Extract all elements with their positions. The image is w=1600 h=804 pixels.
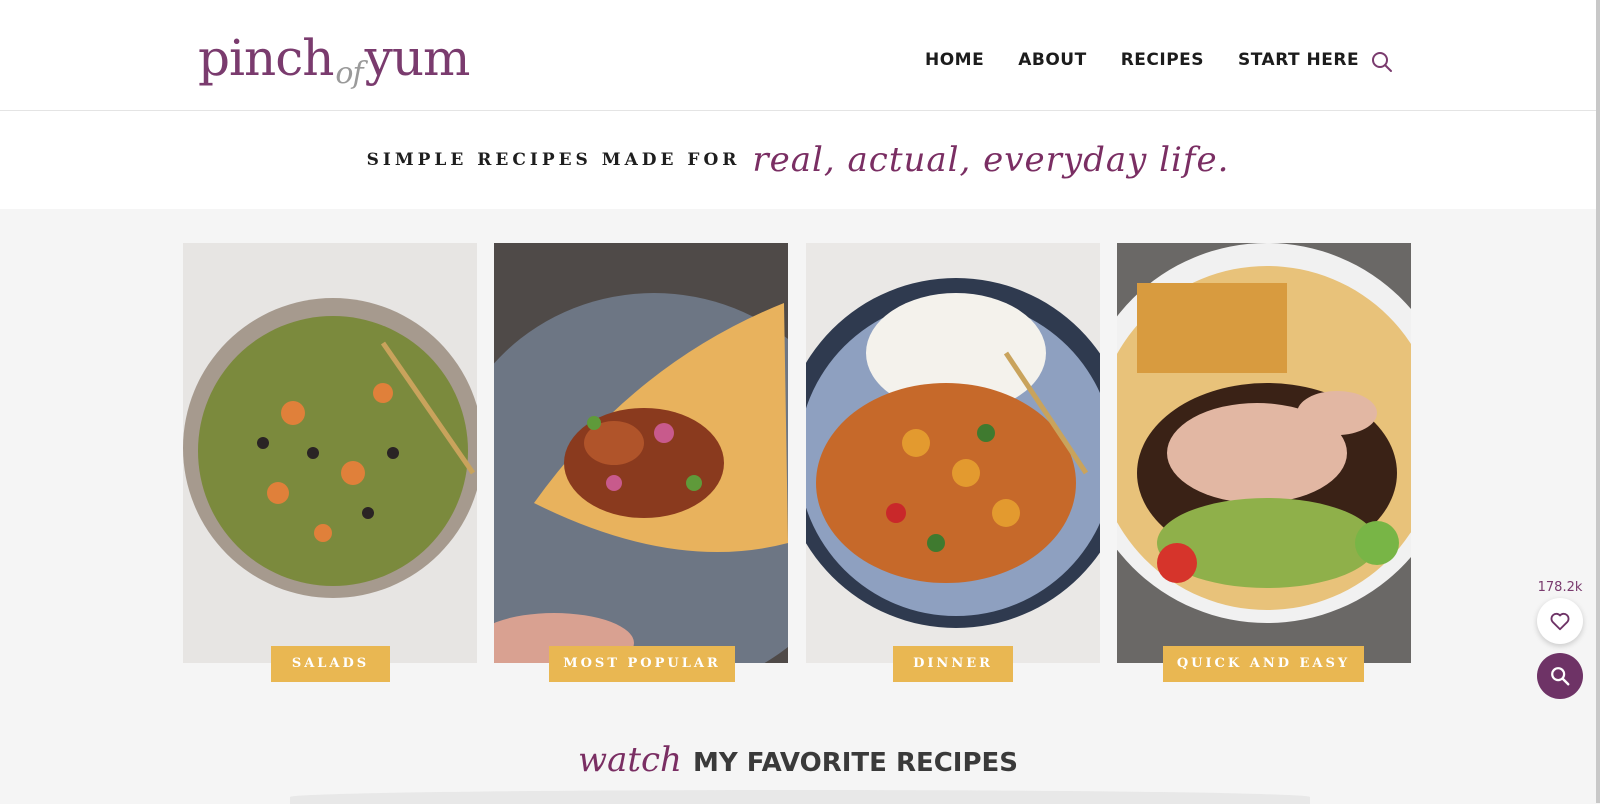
watch-script-text: watch xyxy=(577,740,682,780)
search-icon xyxy=(1551,667,1570,686)
category-card-salads[interactable] xyxy=(183,243,477,663)
tagline-plain: SIMPLE RECIPES MADE FOR xyxy=(366,150,741,170)
window-edge xyxy=(1596,0,1600,803)
favorites-count: 178.2k xyxy=(1537,580,1583,595)
main-nav: HOME ABOUT RECIPES START HERE xyxy=(925,50,1393,70)
video-panel-top xyxy=(290,790,1310,804)
logo-word-of: of xyxy=(335,56,363,91)
category-button-salads[interactable]: SALADS xyxy=(271,646,390,682)
nav-about[interactable]: ABOUT xyxy=(1018,50,1086,70)
burger-bowl-photo xyxy=(1117,243,1411,663)
site-logo[interactable]: pinchofyum xyxy=(198,18,471,98)
section-heading: watch MY FAVORITE RECIPES xyxy=(0,740,1596,780)
watch-bold-text: MY FAVORITE RECIPES xyxy=(693,748,1019,778)
nav-recipes[interactable]: RECIPES xyxy=(1121,50,1204,70)
category-card-most-popular[interactable] xyxy=(494,243,788,663)
salad-bowl-photo xyxy=(183,243,477,663)
floating-search-button[interactable] xyxy=(1537,653,1583,699)
search-icon[interactable] xyxy=(1370,50,1394,74)
category-card-quick-and-easy[interactable] xyxy=(1117,243,1411,663)
tagline-banner: SIMPLE RECIPES MADE FOR real, actual, ev… xyxy=(0,111,1596,209)
category-card-dinner[interactable] xyxy=(806,243,1100,663)
category-button-quick-and-easy[interactable]: QUICK AND EASY xyxy=(1163,646,1364,682)
nav-start-here[interactable]: START HERE xyxy=(1238,50,1359,70)
curry-bowl-photo xyxy=(806,243,1100,663)
heart-icon xyxy=(1550,612,1570,631)
logo-word-yum: yum xyxy=(364,29,471,87)
site-header: pinchofyum HOME ABOUT RECIPES START HERE xyxy=(0,0,1596,111)
category-button-dinner[interactable]: DINNER xyxy=(893,646,1013,682)
tagline-script: real, actual, everyday life. xyxy=(752,140,1230,180)
logo-word-pinch: pinch xyxy=(198,29,334,87)
category-button-most-popular[interactable]: MOST POPULAR xyxy=(549,646,735,682)
taco-plate-photo xyxy=(494,243,788,663)
nav-home[interactable]: HOME xyxy=(925,50,984,70)
favorite-button[interactable] xyxy=(1537,598,1583,644)
